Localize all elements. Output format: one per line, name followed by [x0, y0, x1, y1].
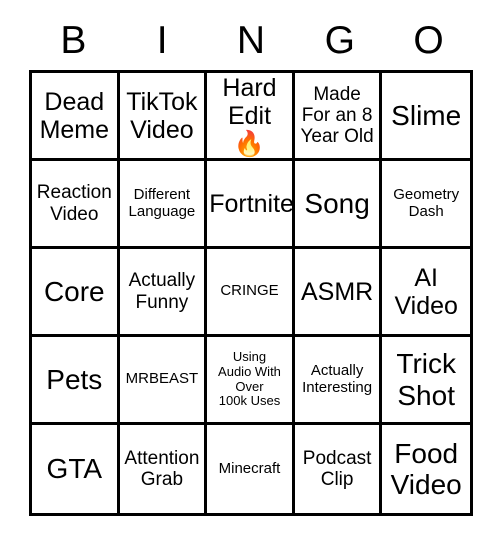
bingo-cell[interactable]: MRBEAST	[119, 337, 208, 425]
bingo-cell[interactable]: Hard Edit 🔥	[207, 73, 295, 161]
bingo-cell-label: Podcast Clip	[302, 447, 372, 490]
bingo-cell-label: Fortnite	[209, 189, 294, 218]
bingo-header-letter-o: O	[413, 18, 444, 62]
bingo-cell-label: Actually Funny	[128, 270, 196, 313]
bingo-cell[interactable]: Actually Funny	[119, 249, 208, 337]
bingo-cell[interactable]: Slime	[382, 73, 470, 161]
bingo-cell[interactable]: Food Video	[382, 425, 470, 513]
bingo-grid: Dead Meme TikTok Video Hard Edit 🔥 Made …	[29, 70, 473, 516]
bingo-cell[interactable]: Actually Interesting	[294, 337, 383, 425]
bingo-cell[interactable]: GTA	[32, 425, 120, 513]
bingo-cell-label: MRBEAST	[125, 370, 199, 388]
bingo-cell-label: CRINGE	[220, 282, 279, 300]
bingo-cell[interactable]: AI Video	[382, 249, 470, 337]
bingo-header-letter-g: G	[324, 18, 355, 62]
bingo-cell[interactable]: Using Audio With Over 100k Uses	[207, 337, 295, 425]
bingo-cell[interactable]: Geometry Dash	[382, 161, 470, 249]
bingo-cell[interactable]: Trick Shot	[382, 337, 470, 425]
bingo-cell-label: Using Audio With Over 100k Uses	[218, 349, 281, 409]
bingo-cell[interactable]: Fortnite	[207, 161, 295, 249]
bingo-cell-label: Reaction Video	[36, 182, 112, 225]
bingo-cell[interactable]: Made For an 8 Year Old	[294, 73, 383, 161]
bingo-cell[interactable]: CRINGE	[207, 249, 295, 337]
bingo-cell[interactable]: Attention Grab	[119, 425, 208, 513]
bingo-card: B I N G O Dead Meme TikTok Video Hard Ed…	[0, 0, 501, 544]
bingo-cell-label: Food Video	[390, 437, 462, 500]
bingo-cell-label: Hard Edit 🔥	[222, 73, 277, 158]
bingo-cell-label: Actually Interesting	[302, 361, 373, 396]
bingo-header-row: B I N G O	[29, 14, 473, 66]
bingo-cell[interactable]: Different Language	[119, 161, 208, 249]
bingo-cell-label: Dead Meme	[39, 87, 110, 144]
bingo-cell-label: GTA	[46, 453, 103, 485]
bingo-cell-label: Song	[304, 187, 370, 219]
bingo-cell[interactable]: Podcast Clip	[294, 425, 383, 513]
bingo-cell-label: AI Video	[394, 263, 458, 320]
bingo-cell-label: Pets	[46, 363, 103, 395]
bingo-header-letter-n: N	[236, 18, 266, 62]
bingo-cell-label: Geometry Dash	[393, 185, 460, 220]
bingo-cell-label: Slime	[391, 99, 462, 131]
bingo-cell[interactable]: Core	[32, 249, 120, 337]
bingo-cell-label: Trick Shot	[396, 348, 456, 411]
bingo-cell-label: Core	[43, 275, 105, 307]
bingo-cell-label: Attention Grab	[124, 447, 200, 490]
bingo-cell[interactable]: Pets	[32, 337, 120, 425]
bingo-cell[interactable]: TikTok Video	[119, 73, 208, 161]
bingo-cell-label: TikTok Video	[126, 87, 198, 144]
bingo-header-letter-b: B	[60, 18, 87, 62]
bingo-cell-label: Made For an 8 Year Old	[300, 83, 374, 148]
bingo-cell[interactable]: ASMR	[294, 249, 383, 337]
bingo-cell[interactable]: Reaction Video	[32, 161, 120, 249]
bingo-cell[interactable]: Song	[294, 161, 383, 249]
bingo-cell-label: ASMR	[300, 277, 374, 306]
bingo-header-letter-i: I	[156, 18, 168, 62]
bingo-cell[interactable]: Minecraft	[207, 425, 295, 513]
bingo-cell-label: Different Language	[128, 185, 196, 220]
bingo-cell[interactable]: Dead Meme	[32, 73, 120, 161]
bingo-cell-label: Minecraft	[218, 459, 281, 477]
